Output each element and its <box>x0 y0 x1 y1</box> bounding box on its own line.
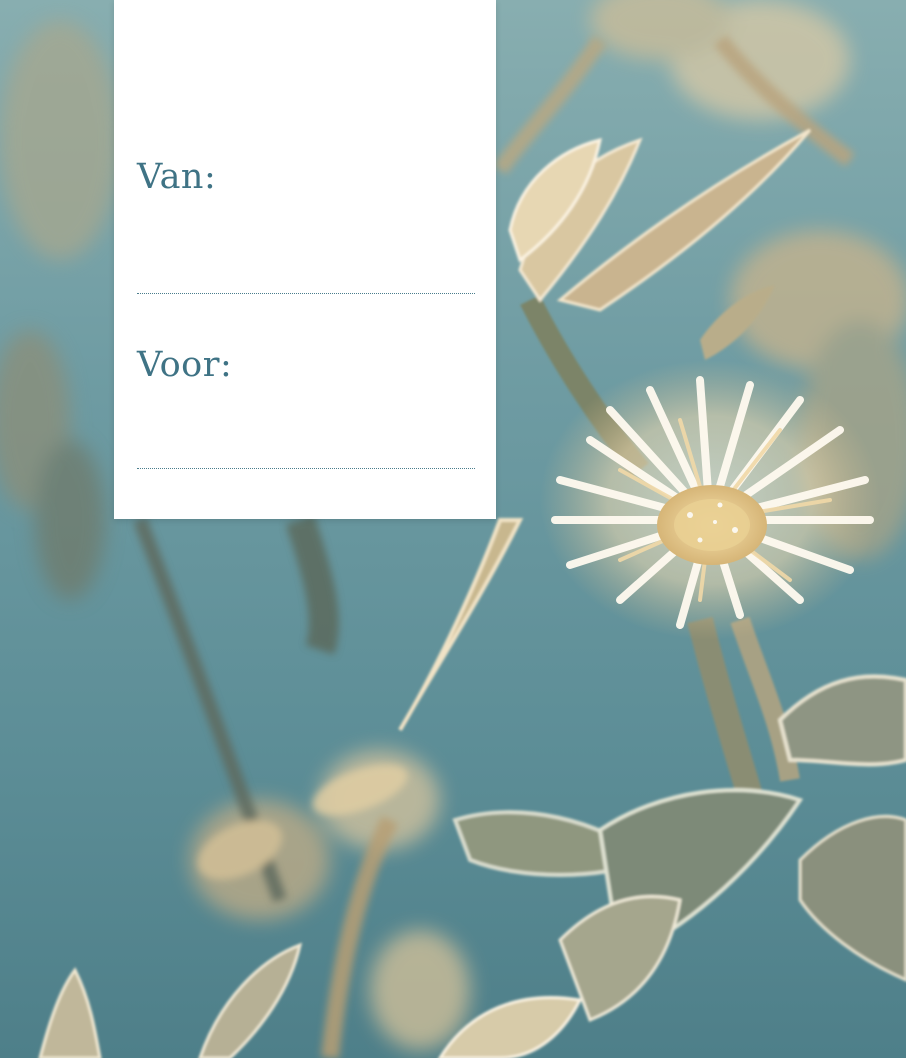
gift-tag-card: Van: Voor: <box>114 0 496 519</box>
from-label: Van: <box>137 157 217 197</box>
to-label: Voor: <box>137 345 233 385</box>
from-write-line <box>137 293 475 294</box>
to-write-line <box>137 468 475 469</box>
